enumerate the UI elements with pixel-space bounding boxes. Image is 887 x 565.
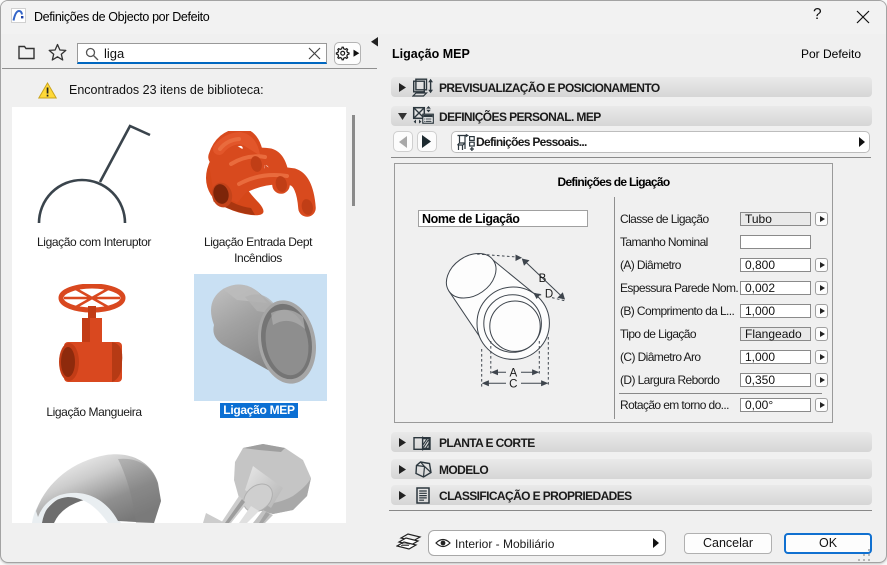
svg-text:B: B xyxy=(539,273,547,285)
svg-text:D: D xyxy=(545,289,553,301)
svg-text:C: C xyxy=(509,379,517,391)
